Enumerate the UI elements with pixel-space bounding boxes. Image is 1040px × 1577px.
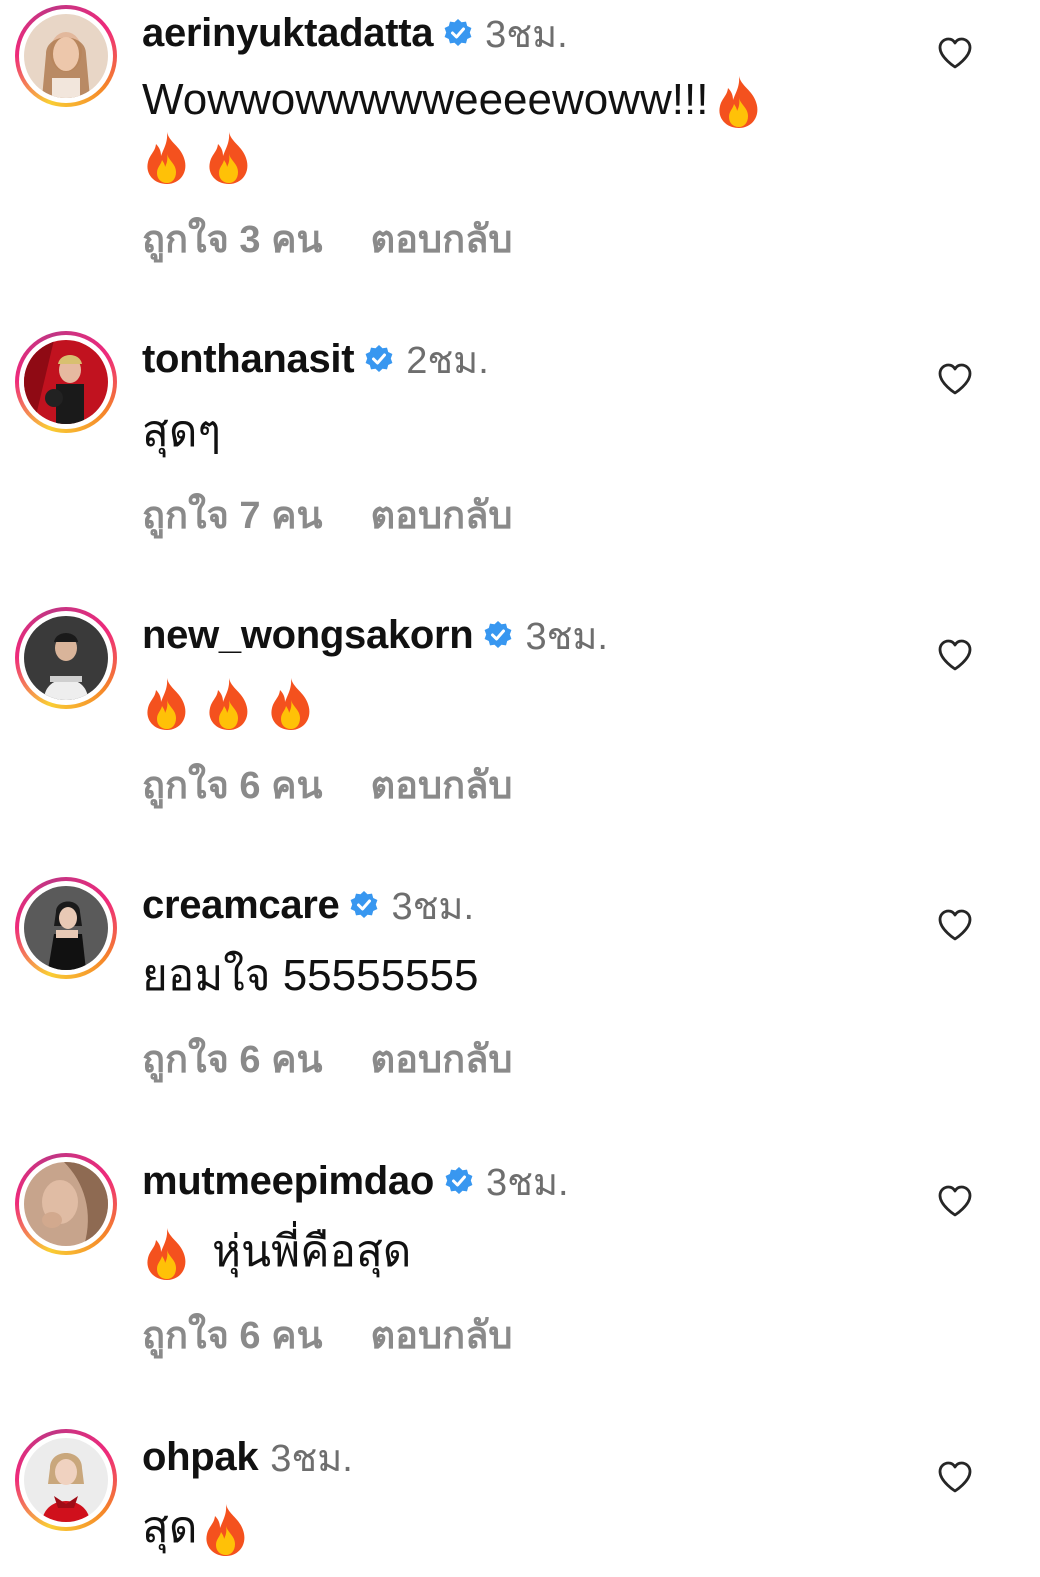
comment-text [142,674,328,732]
comment-header: creamcare 3ชม. [142,880,474,930]
avatar-gap [19,611,113,705]
like-heart-icon[interactable] [936,1182,974,1220]
avatar-story-ring[interactable] [15,607,117,709]
avatar [24,616,108,700]
comment-meta: ถูกใจ 6 คน ตอบกลับ [142,1028,513,1089]
comment-text-content: สุด [142,1503,198,1552]
avatar-gap [19,1433,113,1527]
comment-header: mutmeepimdao 3ชม. [142,1156,569,1206]
username[interactable]: aerinyuktadatta [142,11,433,56]
avatar [24,886,108,970]
like-heart-icon[interactable] [936,636,974,674]
comment-text: Wowwowwwwweeeewoww!!! [142,72,776,130]
avatar-gap [19,881,113,975]
avatar-gap [19,335,113,429]
comment-item: creamcare 3ชม. ยอมใจ 55555555 ถูกใจ 6 คน… [0,872,1040,1122]
fire-emoji [204,676,254,732]
comment-item: tonthanasit 2ชม. สุดๆ ถูกใจ 7 คน ตอบกลับ [0,326,1040,576]
like-heart-icon[interactable] [936,906,974,944]
avatar [24,14,108,98]
reply-button[interactable]: ตอบกลับ [370,484,512,545]
likes-count[interactable]: ถูกใจ 6 คน [142,754,322,815]
username[interactable]: mutmeepimdao [142,1159,434,1204]
comment-text: สุดๆ [142,407,222,456]
avatar-story-ring[interactable] [15,331,117,433]
comment-header: aerinyuktadatta 3ชม. [142,8,568,58]
comment-header: new_wongsakorn 3ชม. [142,610,608,660]
comment-meta: ถูกใจ 6 คน ตอบกลับ [142,754,513,815]
avatar [24,1162,108,1246]
verified-badge-icon [364,344,394,374]
verified-badge-icon [444,1166,474,1196]
username[interactable]: creamcare [142,883,340,928]
fire-emoji [142,130,192,186]
comment-item: mutmeepimdao 3ชม. หุ่นพี่คือสุด ถูกใจ 6 … [0,1148,1040,1398]
timestamp: 3ชม. [270,1437,353,1480]
reply-button[interactable]: ตอบกลับ [370,208,512,269]
reply-button[interactable]: ตอบกลับ [370,1028,512,1089]
username[interactable]: tonthanasit [142,337,355,382]
like-heart-icon[interactable] [936,1458,974,1496]
fire-emoji [142,1226,192,1282]
comment-text: สุด [142,1500,263,1558]
comment-header: tonthanasit 2ชม. [142,334,489,384]
username[interactable]: new_wongsakorn [142,613,474,658]
fire-emoji [204,130,254,186]
avatar-story-ring[interactable] [15,1429,117,1531]
username[interactable]: ohpak [142,1435,259,1480]
comment-meta: ถูกใจ 3 คน ตอบกลับ [142,208,513,269]
like-heart-icon[interactable] [936,360,974,398]
timestamp: 2ชม. [406,339,489,382]
avatar-gap [19,9,113,103]
verified-badge-icon [349,890,379,920]
comment-text: หุ่นพี่คือสุด [142,1224,411,1282]
verified-badge-icon [443,18,473,48]
avatar-story-ring[interactable] [15,5,117,107]
avatar-gap [19,1157,113,1251]
avatar-story-ring[interactable] [15,1153,117,1255]
avatar [24,1438,108,1522]
fire-emoji [142,676,192,732]
comment-text-content: หุ่นพี่คือสุด [212,1227,412,1276]
comment-item: ohpak 3ชม. สุด [0,1424,1040,1577]
like-heart-icon[interactable] [936,34,974,72]
timestamp: 3ชม. [485,13,568,56]
comment-text: ยอมใจ 55555555 [142,951,479,1000]
likes-count[interactable]: ถูกใจ 7 คน [142,484,322,545]
likes-count[interactable]: ถูกใจ 6 คน [142,1028,322,1089]
timestamp: 3ชม. [486,1161,569,1204]
comment-item: new_wongsakorn 3ชม. ถูกใจ 6 คน ตอบกลับ [0,602,1040,852]
comment-text-content: Wowwowwwwweeeewoww!!! [142,75,709,124]
avatar-story-ring[interactable] [15,877,117,979]
fire-emoji [266,676,316,732]
reply-button[interactable]: ตอบกลับ [370,754,512,815]
likes-count[interactable]: ถูกใจ 6 คน [142,1304,322,1365]
comment-text-line2 [142,128,266,186]
comment-meta: ถูกใจ 6 คน ตอบกลับ [142,1304,513,1365]
avatar [24,340,108,424]
comment-meta: ถูกใจ 7 คน ตอบกลับ [142,484,513,545]
likes-count[interactable]: ถูกใจ 3 คน [142,208,322,269]
comment-item: aerinyuktadatta 3ชม. Wowwowwwwweeeewoww!… [0,0,1040,280]
fire-emoji [201,1502,251,1558]
fire-emoji [714,74,764,130]
reply-button[interactable]: ตอบกลับ [370,1304,512,1365]
verified-badge-icon [483,620,513,650]
timestamp: 3ชม. [391,885,475,928]
comment-header: ohpak 3ชม. [142,1432,353,1482]
timestamp: 3ชม. [525,615,608,658]
